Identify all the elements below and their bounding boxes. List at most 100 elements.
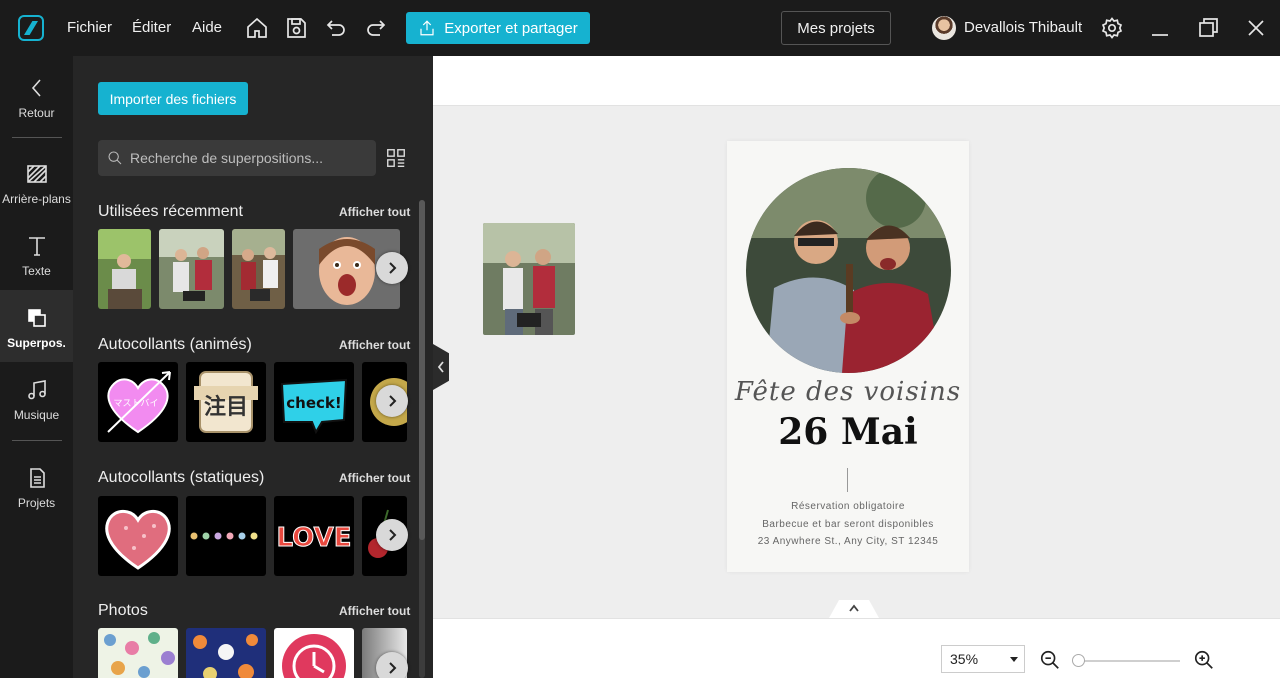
user-name[interactable]: Devallois Thibault [964,19,1082,36]
section-title-photos: Photos [98,602,148,619]
gear-icon[interactable] [1100,16,1124,40]
menu-editer[interactable]: Éditer [132,19,171,36]
nav-text-label: Texte [22,264,51,278]
search-input[interactable] [130,140,370,176]
nav-music[interactable]: Musique [0,378,73,422]
nav-text[interactable]: Texte [0,234,73,278]
recent-photo-thumb[interactable] [232,229,285,309]
nav-divider [12,440,62,441]
export-share-button[interactable]: Exporter et partager [406,12,590,44]
show-all-recent-link[interactable]: Afficher tout [339,205,410,219]
grid-view-icon[interactable] [385,147,407,169]
poster-info-line-3[interactable]: 23 Anywhere St., Any City, ST 12345 [727,536,969,547]
sticker-japanese-text: マストバイ [113,398,158,409]
expand-timeline-tab[interactable] [829,600,879,618]
search-icon [108,151,122,165]
recent-photo-thumb[interactable] [159,229,224,309]
zoom-slider-track[interactable] [1078,660,1180,662]
chevron-left-icon [437,361,444,373]
show-all-photos-link[interactable]: Afficher tout [339,604,410,618]
nav-back-label: Retour [18,106,55,120]
sticker-glitter-heart[interactable] [98,496,178,576]
photo-floral-thumb[interactable] [98,628,178,678]
chevron-right-icon [389,529,397,541]
static-next-button[interactable] [376,519,408,551]
show-all-static-link[interactable]: Afficher tout [339,471,410,485]
music-icon [27,380,46,400]
nav-projects-label: Projets [17,496,56,510]
overlay-icon [27,309,46,327]
nav-projects[interactable]: Projets [0,466,73,510]
redo-icon[interactable] [364,16,388,40]
upload-icon [420,20,434,36]
nav-backgrounds-label: Arrière-plans [2,192,71,206]
floating-photo-overlay[interactable] [483,223,575,335]
my-projects-button[interactable]: Mes projets [781,11,891,45]
menu-fichier[interactable]: Fichier [67,19,112,36]
sticker-dots[interactable] [186,496,266,576]
animated-next-button[interactable] [376,385,408,417]
poster-date[interactable]: 26 Mai [727,411,969,453]
poster-photo[interactable] [746,168,951,373]
export-share-label: Exporter et partager [444,19,578,37]
photo-pattern-thumb[interactable] [186,628,266,678]
app-logo-icon [18,15,44,41]
sticker-love[interactable]: LOVE [274,496,354,576]
recent-next-button[interactable] [376,252,408,284]
overlay-panel: Importer des fichiers Utilisées récemmen… [73,56,433,678]
zoom-bar: 35% [433,618,1280,678]
zoom-slider-knob[interactable] [1072,654,1085,667]
zoom-in-icon[interactable] [1193,649,1215,671]
document-icon [29,468,45,488]
poster-info-line-2[interactable]: Barbecue et bar seront disponibles [727,519,969,530]
back-arrow-icon [31,79,41,97]
canvas-top-strip [433,56,1280,106]
nav-back[interactable]: Retour [0,76,73,120]
sticker-heart-arrow[interactable]: マストバイ [98,362,178,442]
nav-overlays-label: Superpos. [7,336,66,350]
recent-photo-thumb[interactable] [98,229,151,309]
sticker-love-text: LOVE [277,523,352,553]
section-title-recent: Utilisées récemment [98,203,243,220]
design-poster[interactable]: Fête des voisins 26 Mai Réservation obli… [727,141,969,572]
section-title-static-stickers: Autocollants (statiques) [98,469,265,486]
menu-aide[interactable]: Aide [192,19,222,36]
search-box[interactable] [98,140,376,176]
nav-music-label: Musique [13,408,60,422]
scrollbar-thumb[interactable] [419,200,425,540]
panel-scrollbar[interactable] [419,200,425,678]
chevron-up-icon [849,604,859,612]
sticker-kanji-notice[interactable]: 注目 [186,362,266,442]
zoom-out-icon[interactable] [1039,649,1061,671]
save-icon[interactable] [284,16,308,40]
import-files-button[interactable]: Importer des fichiers [98,82,248,115]
poster-script-title[interactable]: Fête des voisins [727,377,969,407]
title-bar: Fichier Éditer Aide Exporter et partager… [0,0,1280,56]
photo-clock-thumb[interactable] [274,628,354,678]
minimize-icon[interactable] [1148,16,1172,40]
left-navigation: Retour Arrière-plans Texte Superpos. Mus… [0,56,73,678]
backgrounds-icon [26,165,47,183]
home-icon[interactable] [245,16,269,40]
text-icon [28,237,45,256]
chevron-down-icon [1010,657,1018,662]
nav-backgrounds[interactable]: Arrière-plans [0,162,73,206]
chevron-right-icon [389,262,397,274]
show-all-animated-link[interactable]: Afficher tout [339,338,410,352]
section-title-animated-stickers: Autocollants (animés) [98,336,252,353]
nav-divider [12,137,62,138]
avatar[interactable] [932,16,956,40]
zoom-select[interactable]: 35% [941,645,1025,673]
chevron-right-icon [389,395,397,407]
close-icon[interactable] [1244,16,1268,40]
nav-overlays[interactable]: Superpos. [0,290,73,362]
poster-info-line-1[interactable]: Réservation obligatoire [727,501,969,512]
sticker-kanji-text: 注目 [204,394,248,420]
sticker-check[interactable]: check! [274,362,354,442]
canvas-workspace[interactable]: Fête des voisins 26 Mai Réservation obli… [433,56,1280,678]
undo-icon[interactable] [324,16,348,40]
photos-next-button[interactable] [376,652,408,678]
sticker-check-text: check! [286,394,341,412]
restore-icon[interactable] [1196,16,1220,40]
chevron-right-icon [389,662,397,674]
